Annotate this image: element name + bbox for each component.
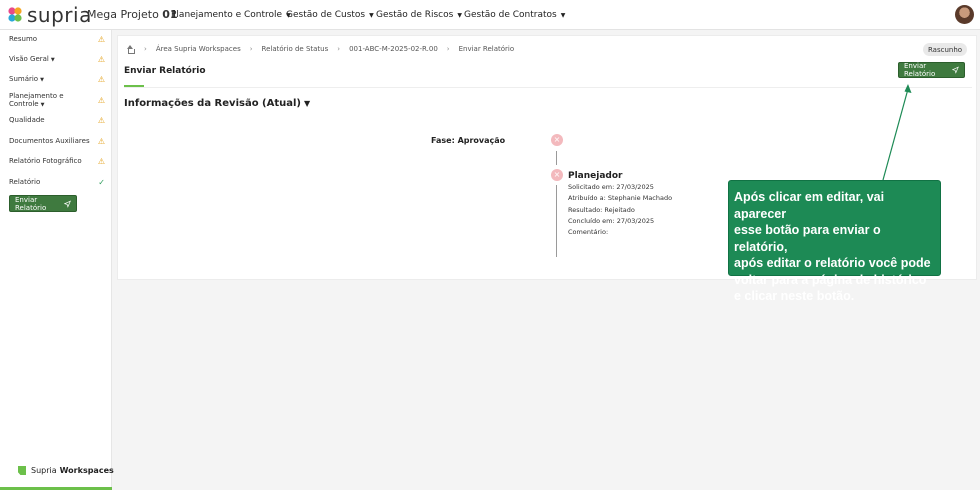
project-name: Mega Projeto 01 xyxy=(87,8,178,21)
sidebar-item-label: Planejamento e Controle xyxy=(9,92,64,108)
nav-label: Gestão de Custos xyxy=(286,10,366,20)
warning-icon: ⚠ xyxy=(97,156,105,166)
timeline-line xyxy=(556,151,557,165)
chevron-right-icon: › xyxy=(446,45,450,53)
callout-line: e clicar neste botão. xyxy=(734,289,855,303)
warning-icon: ⚠ xyxy=(97,74,105,84)
status-badge: Rascunho xyxy=(923,43,967,56)
step-completed: Concluído em: 27/03/2025 xyxy=(568,217,655,225)
nav-label: Gestão de Contratos xyxy=(464,10,557,20)
nav-label: Gestão de Riscos xyxy=(376,10,454,20)
workspaces-brand: Supria Workspaces xyxy=(18,466,114,475)
check-icon: ✓ xyxy=(98,177,105,187)
sidebar-item-label: Sumário xyxy=(9,75,39,83)
send-icon xyxy=(63,199,71,208)
sidebar-item-label: Relatório xyxy=(9,178,41,186)
sidebar-item-label: Relatório Fotográfico xyxy=(9,157,82,165)
caret-down-icon: ▼ xyxy=(457,11,462,19)
caret-down-icon: ▼ xyxy=(40,102,45,108)
sidebar-item-qualidade[interactable]: Qualidade ⚠ xyxy=(9,114,105,126)
breadcrumb-item[interactable]: Área Supria Workspaces xyxy=(156,45,241,53)
warning-icon: ⚠ xyxy=(97,34,105,44)
nav-planejamento[interactable]: Planejamento e Controle ▼ xyxy=(171,10,291,20)
warning-icon: ⚠ xyxy=(97,95,105,105)
supria-logo-icon xyxy=(8,7,22,22)
step-assigned: Atribuído a: Stephanie Machado xyxy=(568,194,673,202)
callout-line: voltar para a página de histórico xyxy=(734,272,927,287)
brand-prefix: Supria xyxy=(31,466,57,475)
timeline-line xyxy=(556,185,557,257)
step-result: Resultado: Rejeitado xyxy=(568,206,635,214)
nav-contratos[interactable]: Gestão de Contratos ▼ xyxy=(464,10,565,20)
sidebar-item-label: Visão Geral xyxy=(9,55,49,63)
sidebar-send-report-button[interactable]: Enviar Relatório xyxy=(9,195,77,212)
sidebar-item-sumario[interactable]: Sumário ▼ ⚠ xyxy=(9,73,105,85)
caret-down-icon: ▼ xyxy=(560,11,566,19)
chevron-right-icon: › xyxy=(249,45,253,53)
callout-line: Após clicar em editar, vai aparecer xyxy=(734,190,885,221)
breadcrumb-item[interactable]: 001-ABC-M-2025-02-R.00 xyxy=(349,45,438,53)
annotation-arrow xyxy=(882,84,912,181)
home-icon[interactable] xyxy=(126,45,135,54)
divider xyxy=(124,87,972,88)
send-report-button[interactable]: Enviar Relatório xyxy=(898,62,965,78)
sidebar-item-relatorio[interactable]: Relatório ✓ xyxy=(9,176,105,188)
rejected-icon: × xyxy=(551,169,563,181)
project-name-label: Mega Projeto xyxy=(87,8,159,21)
chevron-right-icon: › xyxy=(144,45,147,53)
caret-down-icon: ▼ xyxy=(40,77,44,83)
sidebar-item-resumo[interactable]: Resumo ⚠ xyxy=(9,33,105,45)
callout-line: após editar o relatório você pode xyxy=(734,256,931,270)
step-title: Planejador xyxy=(568,171,623,181)
rejected-icon: × xyxy=(551,134,563,146)
breadcrumb-item[interactable]: Relatório de Status xyxy=(262,45,329,53)
caret-down-icon: ▼ xyxy=(304,99,311,108)
page-title: Enviar Relatório xyxy=(124,66,206,76)
top-bar: supria Mega Projeto 01 Planejamento e Co… xyxy=(0,0,980,30)
nav-riscos[interactable]: Gestão de Riscos ▼ xyxy=(376,10,462,20)
sidebar-item-label: Qualidade xyxy=(9,116,45,124)
callout-line: esse botão para enviar o relatório, xyxy=(734,223,881,254)
section-title[interactable]: Informações da Revisão (Atual) ▼ xyxy=(124,98,310,109)
sidebar-item-label: Documentos Auxiliares xyxy=(9,137,90,145)
button-label: Enviar Relatório xyxy=(15,195,47,212)
supria-logo[interactable]: supria xyxy=(6,4,92,26)
warning-icon: ⚠ xyxy=(97,115,105,125)
sidebar: Resumo ⚠ Visão Geral ▼ ⚠ Sumário ▼ ⚠ Plane… xyxy=(0,30,114,490)
sidebar-item-documentos[interactable]: Documentos Auxiliares ⚠ xyxy=(9,135,105,147)
sidebar-item-fotografico[interactable]: Relatório Fotográfico ⚠ xyxy=(9,155,105,167)
nav-custos[interactable]: Gestão de Custos ▼ xyxy=(286,10,374,20)
brand-suffix: Workspaces xyxy=(59,466,114,475)
breadcrumb-current: Enviar Relatório xyxy=(458,45,515,53)
sidebar-item-visao-geral[interactable]: Visão Geral ▼ ⚠ xyxy=(9,53,105,65)
nav-label: Planejamento e Controle xyxy=(171,10,283,20)
step-comment: Comentário: xyxy=(568,228,609,236)
phase-label: Fase: Aprovação xyxy=(431,136,506,145)
annotation-callout: Após clicar em editar, vai aparecer esse… xyxy=(728,180,941,303)
send-icon xyxy=(952,66,959,74)
section-title-label: Informações da Revisão (Atual) xyxy=(124,98,301,109)
user-avatar[interactable] xyxy=(955,5,974,24)
warning-icon: ⚠ xyxy=(97,136,105,146)
sidebar-item-planejamento[interactable]: Planejamento e Controle ▼ ⚠ xyxy=(9,92,105,108)
button-label: Enviar Relatório xyxy=(904,62,936,78)
warning-icon: ⚠ xyxy=(97,54,105,64)
logo-text: supria xyxy=(27,3,92,27)
workspaces-logo-icon xyxy=(18,466,26,475)
caret-down-icon: ▼ xyxy=(50,57,55,63)
sidebar-item-label: Resumo xyxy=(9,35,38,43)
step-requested: Solicitado em: 27/03/2025 xyxy=(568,183,654,191)
caret-down-icon: ▼ xyxy=(369,11,374,19)
breadcrumb: › Área Supria Workspaces › Relatório de … xyxy=(126,45,515,54)
chevron-right-icon: › xyxy=(337,45,341,53)
